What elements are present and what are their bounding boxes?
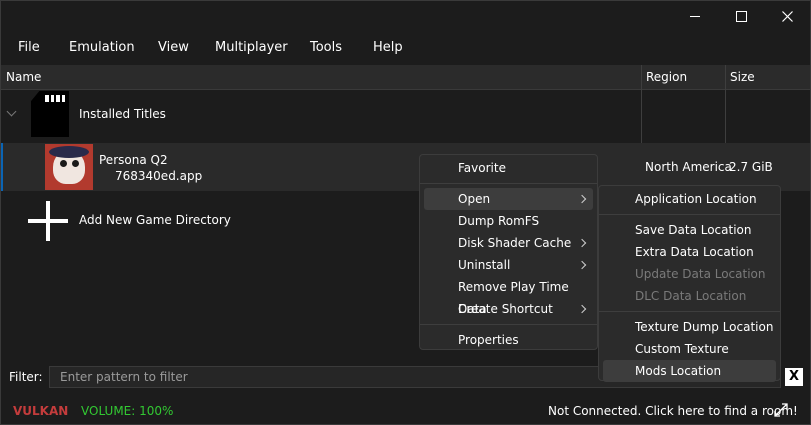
menu-item-create-shortcut[interactable]: Create Shortcut xyxy=(424,298,593,320)
game-region: North America xyxy=(645,160,732,174)
menu-separator xyxy=(420,324,597,325)
menu-tools[interactable]: Tools xyxy=(310,35,342,61)
menu-item-extra-data-location[interactable]: Extra Data Location xyxy=(603,241,776,263)
menu-item-application-location[interactable]: Application Location xyxy=(603,188,776,210)
menu-item-texture-dump-location[interactable]: Texture Dump Location xyxy=(603,316,776,338)
chevron-right-icon xyxy=(577,304,587,314)
volume-indicator[interactable]: VOLUME: 100% xyxy=(81,404,173,418)
menu-file[interactable]: File xyxy=(18,35,40,61)
chevron-right-icon xyxy=(577,194,587,204)
maximize-button[interactable] xyxy=(718,1,764,31)
close-button[interactable] xyxy=(764,1,810,31)
menu-bar: File Emulation View Multiplayer Tools He… xyxy=(1,35,810,61)
installed-titles-group[interactable]: Installed Titles xyxy=(1,90,810,142)
menu-multiplayer[interactable]: Multiplayer xyxy=(215,35,288,61)
app-window: File Emulation View Multiplayer Tools He… xyxy=(0,0,811,425)
menu-item-dlc-data-location: DLC Data Location xyxy=(635,289,747,303)
column-header-region[interactable]: Region xyxy=(646,65,687,89)
column-header-size[interactable]: Size xyxy=(730,65,755,89)
minimize-button[interactable] xyxy=(672,1,718,31)
chevron-down-icon[interactable] xyxy=(6,106,17,117)
menu-help[interactable]: Help xyxy=(373,35,403,61)
group-label: Installed Titles xyxy=(79,107,166,121)
game-filename: 768340ed.app xyxy=(115,169,203,183)
chevron-right-icon xyxy=(577,238,587,248)
status-bar: VULKAN VOLUME: 100% Not Connected. Click… xyxy=(1,399,810,423)
menu-view[interactable]: View xyxy=(158,35,189,61)
chevron-right-icon xyxy=(577,260,587,270)
menu-item-disk-shader-cache[interactable]: Disk Shader Cache xyxy=(424,232,593,254)
add-directory-label: Add New Game Directory xyxy=(79,213,231,227)
sd-card-pins xyxy=(45,95,65,102)
open-submenu: Application Location Save Data Location … xyxy=(598,185,781,382)
table-header: Name Region Size xyxy=(1,65,810,90)
menu-separator xyxy=(599,311,780,312)
menu-item-favorite[interactable]: Favorite xyxy=(424,157,593,179)
close-icon xyxy=(781,10,793,22)
menu-item-uninstall[interactable]: Uninstall xyxy=(424,254,593,276)
menu-separator xyxy=(599,214,780,215)
game-size: 2.7 GiB xyxy=(729,160,773,174)
menu-emulation[interactable]: Emulation xyxy=(69,35,135,61)
clear-filter-button[interactable]: X xyxy=(785,368,803,386)
menu-item-dump-romfs[interactable]: Dump RomFS xyxy=(424,210,593,232)
plus-icon-bar xyxy=(28,219,68,223)
game-title: Persona Q2 xyxy=(99,153,168,167)
menu-item-mods-location[interactable]: Mods Location xyxy=(603,360,776,382)
menu-item-update-data-location: Update Data Location xyxy=(635,267,766,281)
menu-item-properties[interactable]: Properties xyxy=(424,329,593,351)
menu-separator xyxy=(420,183,597,184)
game-context-menu: Favorite Open Dump RomFS Disk Shader Cac… xyxy=(419,154,598,350)
graphics-api-indicator[interactable]: VULKAN xyxy=(13,404,68,418)
maximize-icon xyxy=(735,10,747,22)
minimize-icon xyxy=(690,15,700,17)
network-icon[interactable] xyxy=(774,403,788,417)
column-header-name[interactable]: Name xyxy=(6,65,41,89)
game-icon xyxy=(45,144,93,190)
filter-label: Filter: xyxy=(9,370,43,384)
menu-item-custom-texture-location[interactable]: Custom Texture Location xyxy=(603,338,776,378)
title-bar xyxy=(1,1,810,31)
multiplayer-room-status[interactable]: Not Connected. Click here to find a room… xyxy=(548,404,798,418)
menu-item-open[interactable]: Open xyxy=(424,188,593,210)
table-row[interactable]: Persona Q2 768340ed.app North America 2.… xyxy=(1,143,810,191)
menu-item-save-data-location[interactable]: Save Data Location xyxy=(603,219,776,241)
menu-item-remove-play-time[interactable]: Remove Play Time Data xyxy=(424,276,593,316)
